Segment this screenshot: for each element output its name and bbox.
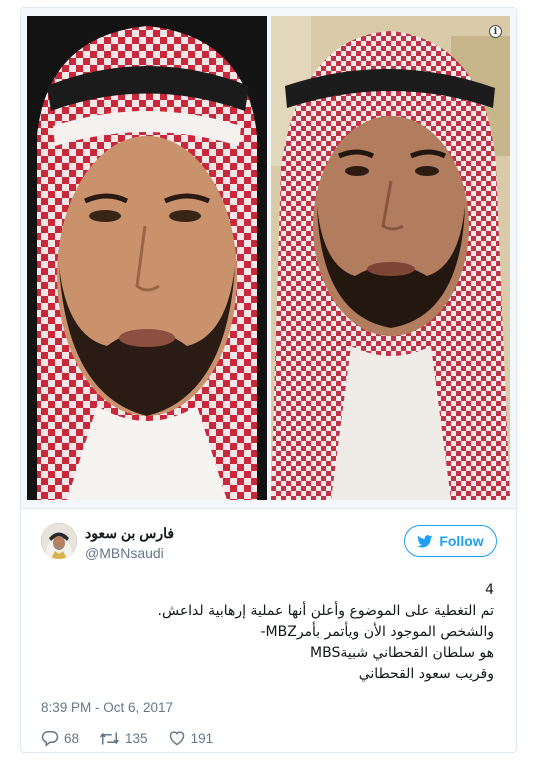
- tweet-author: فارس بن سعود @MBNsaudi Follow: [41, 523, 497, 563]
- tweet-actions: 68 135 191: [41, 728, 233, 748]
- info-icon[interactable]: i: [489, 25, 502, 38]
- twitter-bird-icon: [417, 534, 433, 547]
- tweet-text-line: 4: [485, 582, 494, 598]
- reply-count: 68: [64, 730, 80, 746]
- photo-right[interactable]: i: [271, 16, 510, 500]
- tweet-media[interactable]: i: [21, 8, 516, 509]
- retweet-icon: [99, 732, 120, 744]
- retweet-count: 135: [125, 730, 148, 746]
- avatar[interactable]: [41, 523, 77, 559]
- author-handle[interactable]: @MBNsaudi: [85, 545, 164, 561]
- reply-icon: [41, 730, 59, 747]
- tweet-text-line: وقريب سعود القحطاني: [358, 666, 494, 682]
- tweet-timestamp[interactable]: 8:39 PM - Oct 6, 2017: [41, 700, 173, 715]
- tweet-text-line: والشخص الموجود الأن ويأتمر بأمرMBZ-: [260, 624, 494, 640]
- tweet-text-line: هو سلطان القحطاني شبيةMBS: [310, 645, 494, 661]
- retweet-button[interactable]: 135: [99, 731, 148, 746]
- like-icon: [169, 731, 184, 746]
- follow-button-label: Follow: [439, 533, 484, 549]
- photo-left[interactable]: [27, 16, 267, 500]
- tweet-card: i فارس بن سعود @MBNsaudi Follow 4 تم الت…: [20, 7, 517, 753]
- tweet-text: 4 تم التغطية على الموضوع وأعلن أنها عملي…: [34, 580, 494, 685]
- tweet-text-line: تم التغطية على الموضوع وأعلن أنها عملية …: [157, 603, 494, 619]
- reply-button[interactable]: 68: [41, 730, 79, 747]
- like-count: 191: [190, 730, 214, 746]
- like-button[interactable]: 191: [168, 730, 214, 746]
- author-display-name[interactable]: فارس بن سعود: [85, 525, 174, 542]
- follow-button[interactable]: Follow: [404, 525, 497, 557]
